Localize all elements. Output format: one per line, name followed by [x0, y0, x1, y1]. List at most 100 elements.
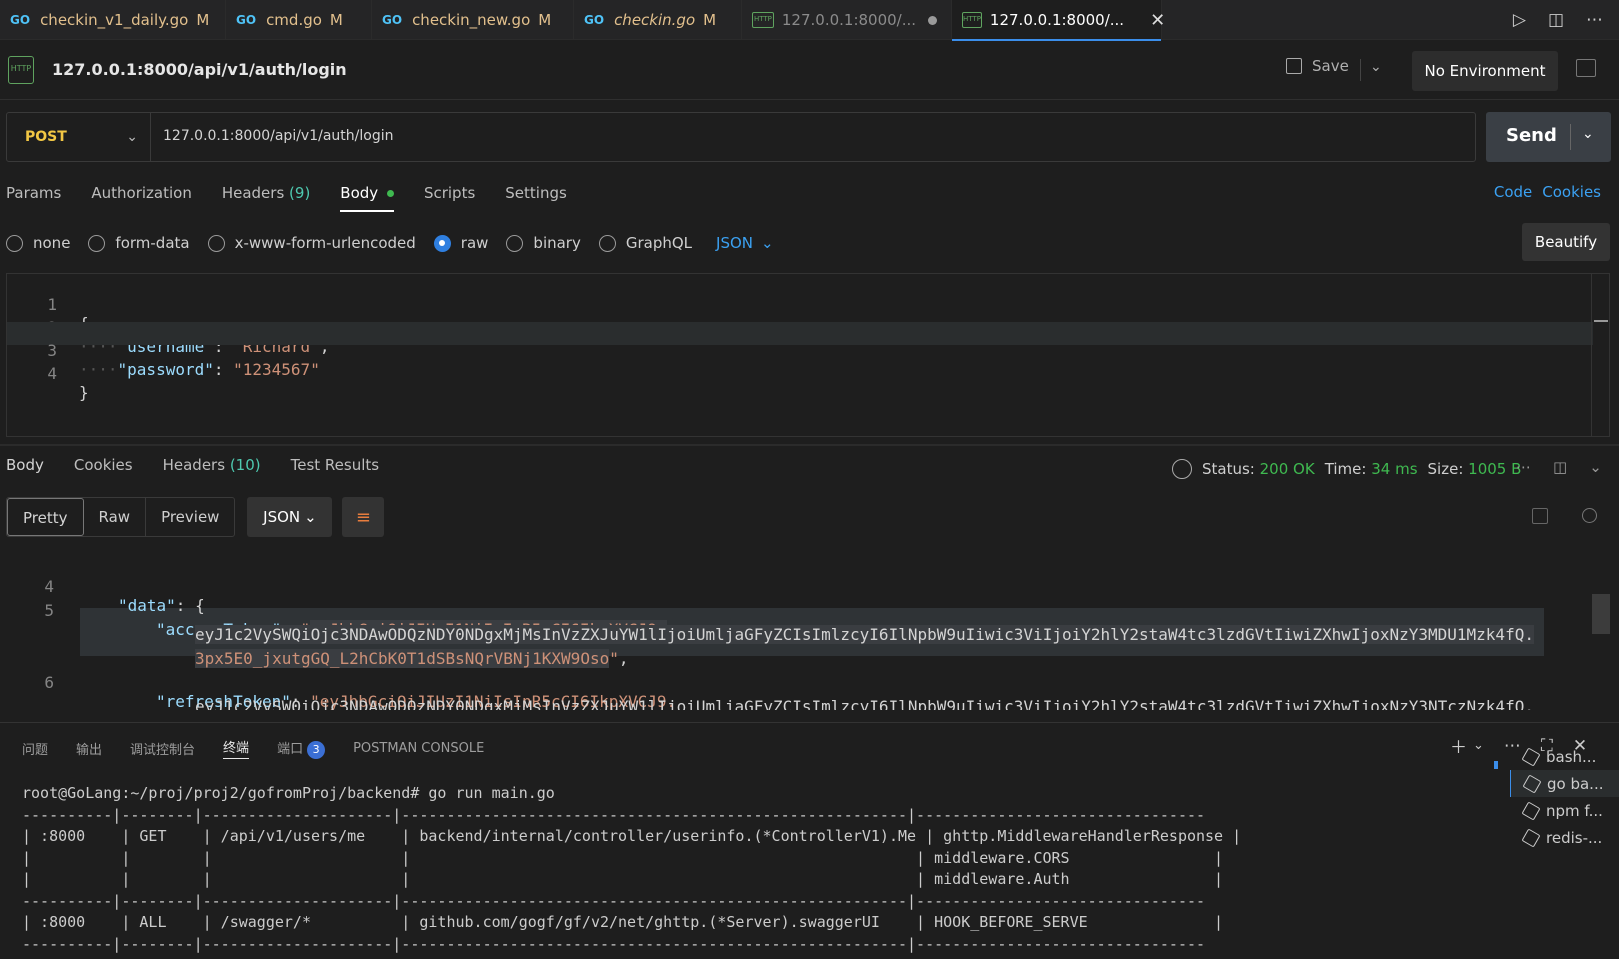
response-body-viewer[interactable]: 4 "data": { 5 "accessToken": "eyJhbGciOi…: [0, 558, 1610, 710]
tab-cmd[interactable]: GO cmd.go M: [226, 0, 372, 40]
request-links: Code Cookies: [1494, 183, 1601, 201]
editor-scrollbar[interactable]: [1591, 274, 1609, 436]
radio-label: x-www-form-urlencoded: [234, 234, 416, 252]
bottom-panel: 问题 输出 调试控制台 终端 端口 3 POSTMAN CONSOLE ＋ ⌄ ⋯…: [0, 722, 1619, 959]
radio-circle: [506, 234, 524, 252]
more-icon[interactable]: ⋯: [1586, 10, 1603, 30]
chevron-down-icon[interactable]: ⌄: [1473, 738, 1484, 753]
search-icon[interactable]: [1582, 508, 1597, 523]
save-button[interactable]: Save: [1286, 57, 1349, 75]
request-body-editor[interactable]: 1 { 2 ····"username": "Richard", 3 ····"…: [6, 273, 1610, 437]
close-icon[interactable]: ✕: [1150, 10, 1165, 31]
radio-circle: [88, 234, 106, 252]
chevron-down-icon: ⌄: [126, 129, 138, 145]
radio-label: GraphQL: [625, 234, 693, 252]
radio-binary[interactable]: binary: [506, 234, 581, 252]
response-scrollbar[interactable]: [1592, 594, 1610, 634]
code-link[interactable]: Code: [1494, 183, 1532, 201]
tab-authorization[interactable]: Authorization: [91, 178, 191, 212]
radio-label: raw: [460, 234, 489, 252]
method-select[interactable]: POST ⌄: [7, 113, 151, 161]
terminal-output[interactable]: root@GoLang:~/proj/proj2/gofromProj/back…: [22, 783, 1241, 955]
tab-label: 127.0.0.1:8000/...: [989, 11, 1125, 29]
chevron-down-icon[interactable]: ⌄: [1589, 458, 1602, 476]
send-button[interactable]: Send ⌄: [1486, 112, 1611, 162]
tab-body[interactable]: Body: [340, 178, 394, 212]
run-icon[interactable]: ▷: [1513, 10, 1526, 30]
terminal-list: bash... go ba... npm f... redis-...: [1510, 743, 1619, 851]
body-format-select[interactable]: JSON ⌄: [716, 234, 774, 252]
tab-label: checkin.go: [614, 11, 696, 29]
chevron-down-icon: ⌄: [761, 234, 774, 252]
editor-tab-bar: GO checkin_v1_daily.go M GO cmd.go M GO …: [0, 0, 1619, 41]
tab-problems[interactable]: 问题: [22, 739, 48, 758]
view-preview[interactable]: Preview: [146, 498, 234, 536]
tab-params[interactable]: Params: [6, 178, 61, 212]
tab-response-cookies[interactable]: Cookies: [74, 456, 133, 474]
radio-raw[interactable]: raw: [433, 234, 489, 252]
tab-settings[interactable]: Settings: [505, 178, 567, 212]
chevron-down-icon[interactable]: ⌄: [1370, 59, 1382, 75]
terminal-scroll-marker: [1494, 761, 1498, 769]
tab-output[interactable]: 输出: [76, 739, 102, 758]
environment-settings-icon[interactable]: [1576, 59, 1596, 77]
terminal-item-redis[interactable]: redis-...: [1510, 824, 1619, 851]
view-raw[interactable]: Raw: [84, 498, 147, 536]
tab-response-body[interactable]: Body: [6, 456, 44, 474]
beautify-button[interactable]: Beautify: [1522, 223, 1610, 261]
tab-response-headers[interactable]: Headers (10): [163, 456, 261, 474]
code-line: 3 ····"password": "1234567": [7, 322, 1593, 379]
url-input[interactable]: 127.0.0.1:8000/api/v1/auth/login: [163, 128, 393, 144]
radio-none[interactable]: none: [6, 234, 70, 252]
terminal-item-go[interactable]: go ba...: [1510, 770, 1619, 797]
save-icon: [1286, 58, 1302, 74]
tab-scripts[interactable]: Scripts: [424, 178, 475, 212]
response-format-select[interactable]: JSON ⌄: [247, 497, 333, 537]
terminal-item-npm[interactable]: npm f...: [1510, 797, 1619, 824]
radio-graphql[interactable]: GraphQL: [598, 234, 693, 252]
word-wrap-icon[interactable]: ≡: [342, 497, 385, 537]
go-file-icon: GO: [584, 13, 605, 27]
terminal-icon: [1521, 746, 1541, 767]
chevron-down-icon[interactable]: ⌄: [1582, 126, 1594, 142]
radio-x-www-form-urlencoded[interactable]: x-www-form-urlencoded: [207, 234, 416, 252]
copy-icon[interactable]: [1532, 508, 1548, 524]
cookies-link[interactable]: Cookies: [1542, 183, 1601, 201]
view-pretty[interactable]: Pretty: [7, 498, 84, 536]
tab-label: checkin_new.go: [412, 11, 531, 29]
environment-selector[interactable]: No Environment: [1412, 51, 1558, 91]
terminal-icon: [1522, 773, 1542, 794]
tab-test-results[interactable]: Test Results: [291, 456, 379, 474]
terminal-item-bash[interactable]: bash...: [1510, 743, 1619, 770]
tab-ports-label: 端口: [277, 741, 304, 757]
terminal-label: npm f...: [1546, 801, 1603, 820]
tab-checkin-new[interactable]: GO checkin_new.go M: [372, 0, 574, 40]
tab-ports[interactable]: 端口 3: [277, 738, 326, 759]
add-terminal-icon[interactable]: ＋: [1450, 733, 1467, 758]
code-line: 4 "data": {: [0, 558, 1590, 615]
method-label: POST: [25, 129, 67, 145]
request-title[interactable]: 127.0.0.1:8000/api/v1/auth/login: [52, 60, 347, 79]
tab-postman-console[interactable]: POSTMAN CONSOLE: [353, 741, 484, 756]
tab-http-request-2[interactable]: HTTP 127.0.0.1:8000/... ✕: [952, 0, 1165, 41]
code-text: eyJ1c2VySWQiOjc3NDAwODQzNDY0NDgxMjMsInVz…: [195, 697, 1534, 710]
chevron-down-icon: ⌄: [304, 508, 317, 526]
response-view-bar: Pretty Raw Preview JSON ⌄ ≡: [6, 497, 385, 537]
radio-label: form-data: [115, 234, 190, 252]
code-line: 1 {: [7, 276, 1593, 333]
terminal-label: bash...: [1546, 747, 1597, 766]
radio-form-data[interactable]: form-data: [88, 234, 190, 252]
more-icon[interactable]: ⋯: [1516, 458, 1531, 476]
request-header: HTTP 127.0.0.1:8000/api/v1/auth/login Sa…: [0, 41, 1619, 100]
tab-terminal[interactable]: 终端: [223, 737, 250, 759]
tab-checkin-v1-daily[interactable]: GO checkin_v1_daily.go M: [0, 0, 226, 40]
tab-checkin[interactable]: GO checkin.go M: [574, 0, 742, 40]
scroll-marker: [1594, 320, 1608, 322]
tab-http-request-1[interactable]: HTTP 127.0.0.1:8000/...: [742, 0, 952, 40]
split-editor-icon[interactable]: ◫: [1548, 10, 1564, 30]
panel-divider[interactable]: [0, 444, 1619, 446]
editor-actions: ▷ ◫ ⋯: [1513, 0, 1603, 40]
tab-headers[interactable]: Headers (9): [222, 178, 310, 212]
tab-debug-console[interactable]: 调试控制台: [130, 739, 195, 758]
layout-icon[interactable]: ◫: [1553, 458, 1567, 476]
